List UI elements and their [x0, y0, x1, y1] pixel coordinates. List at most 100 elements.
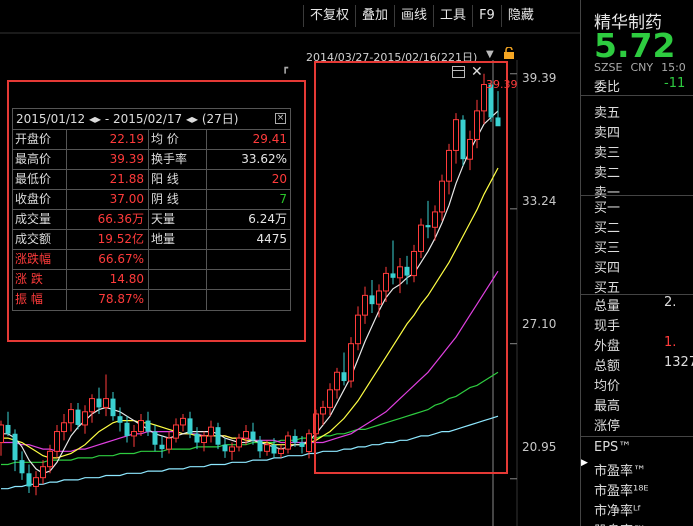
stock-stat-row: 均价	[594, 375, 693, 394]
stock-stat-value: 1.	[664, 335, 677, 350]
buy-level-label: 买四	[594, 261, 621, 276]
candle-body	[68, 409, 74, 424]
weibi-label: 委比	[594, 80, 621, 95]
sell-level-label: 卖四	[594, 126, 621, 141]
candle-body	[124, 422, 130, 436]
stock-stat-label: 总额	[594, 359, 621, 374]
ratio-label: EPS™	[594, 440, 632, 455]
candle-body	[257, 440, 263, 452]
no-adjust-button[interactable]: 不复权	[303, 5, 355, 27]
lock-icon[interactable]	[503, 47, 515, 59]
candle-body	[145, 420, 151, 432]
buy-level-label: 买三	[594, 241, 621, 256]
f9-button[interactable]: F9	[472, 5, 501, 27]
candle-body	[131, 431, 137, 437]
ratio-label: 市净率ᴸᶠ	[594, 504, 642, 519]
candle-body	[159, 444, 165, 450]
y-tick-label: 39.39	[522, 71, 557, 85]
stock-stat-row: 总额 1327.	[594, 355, 693, 374]
candle-body	[19, 460, 25, 474]
y-tick-label: 33.24	[522, 194, 557, 208]
currency-label: CNY	[630, 61, 654, 74]
y-tick-label: 27.10	[522, 317, 557, 331]
corner-marker-icon: ┏	[282, 63, 289, 74]
stock-stat-row: 现手	[594, 315, 693, 334]
candle-body	[40, 466, 46, 479]
buy-level-label: 买一	[594, 201, 621, 216]
draw-line-button[interactable]: 画线	[394, 5, 433, 27]
exchange-label: SZSE	[594, 61, 623, 74]
candle-body	[89, 398, 95, 413]
stock-stat-label: 均价	[594, 379, 621, 394]
candle-body	[54, 431, 60, 452]
candle-body	[173, 424, 179, 439]
y-tick-label: 20.95	[522, 440, 557, 454]
candle-body	[208, 426, 214, 437]
candle-body	[61, 422, 67, 433]
candle-body	[264, 444, 270, 452]
candle-body	[299, 442, 305, 447]
candle-body	[33, 477, 39, 487]
quote-panel: 精华制药 5.72 SZSE CNY 15:0 委比 -11 卖五 卖四 卖三 卖二 卖一 …	[580, 0, 693, 526]
candle-body	[215, 427, 221, 445]
candle-body	[222, 444, 228, 452]
candle-body	[117, 416, 123, 423]
stock-stat-label: 现手	[594, 319, 621, 334]
weibi-value: -11	[664, 76, 686, 91]
time-label: 15:0	[661, 61, 686, 74]
candle-body	[82, 411, 88, 426]
stock-stat-label: 涨停	[594, 419, 621, 434]
candle-body	[278, 448, 284, 455]
candle-body	[236, 437, 242, 448]
candle-body	[5, 424, 11, 434]
sell-level-label: 卖二	[594, 166, 621, 181]
candle-body	[75, 409, 81, 425]
candle-body	[96, 398, 102, 408]
candle-body	[187, 418, 193, 434]
chart-toolbar: 不复权 叠加 画线 工具 F9 隐藏	[303, 5, 540, 27]
candle-body	[110, 398, 116, 417]
candle-body	[292, 435, 298, 443]
sell-level-label: 卖三	[594, 146, 621, 161]
candle-body	[138, 420, 144, 433]
divider	[581, 436, 693, 437]
stock-stat-label: 总量	[594, 299, 621, 314]
candle-body	[250, 431, 256, 441]
expand-arrow-icon[interactable]: ▶	[581, 458, 588, 468]
candle-body	[0, 424, 4, 444]
ratio-label: 市盈率¹⁸ᴱ	[594, 484, 649, 499]
stock-stat-row: 外盘 1.	[594, 335, 693, 354]
stock-meta: SZSE CNY 15:0	[594, 61, 693, 74]
overlay-button[interactable]: 叠加	[355, 5, 394, 27]
candle-body	[103, 398, 109, 408]
stock-stat-label: 外盘	[594, 339, 621, 354]
selection-highlight-box	[314, 61, 508, 474]
stock-stat-label: 最高	[594, 399, 621, 414]
candle-body	[12, 433, 18, 461]
weibi-row: 委比 -11	[594, 76, 693, 95]
tools-button[interactable]: 工具	[433, 5, 472, 27]
buy-level-label: 买二	[594, 221, 621, 236]
candle-body	[306, 433, 312, 453]
stock-stat-row: 涨停	[594, 415, 693, 434]
range-dropdown-icon[interactable]: ▼	[486, 49, 494, 60]
sell-level-label: 卖五	[594, 106, 621, 121]
ratio-label: 股息率™	[594, 520, 693, 526]
candle-body	[180, 417, 186, 426]
candle-body	[229, 446, 235, 452]
candle-body	[26, 473, 32, 487]
stock-stat-row: 总量 2.	[594, 295, 693, 314]
stock-stat-value: 2.	[664, 295, 677, 310]
kline-chart-area[interactable]: 不复权 叠加 画线 工具 F9 隐藏 2014/03/27-2015/02/16…	[0, 0, 580, 526]
stock-price: 5.72	[594, 26, 676, 65]
hide-button[interactable]: 隐藏	[500, 5, 540, 27]
candle-body	[271, 444, 277, 454]
candle-body	[47, 450, 53, 468]
stock-stat-value: 1327.	[664, 355, 693, 370]
divider	[581, 195, 693, 196]
candle-body	[285, 435, 291, 450]
stats-highlight-box	[7, 80, 306, 342]
candle-body	[194, 433, 200, 443]
stock-stat-row: 最高	[594, 395, 693, 414]
candle-body	[166, 437, 172, 450]
